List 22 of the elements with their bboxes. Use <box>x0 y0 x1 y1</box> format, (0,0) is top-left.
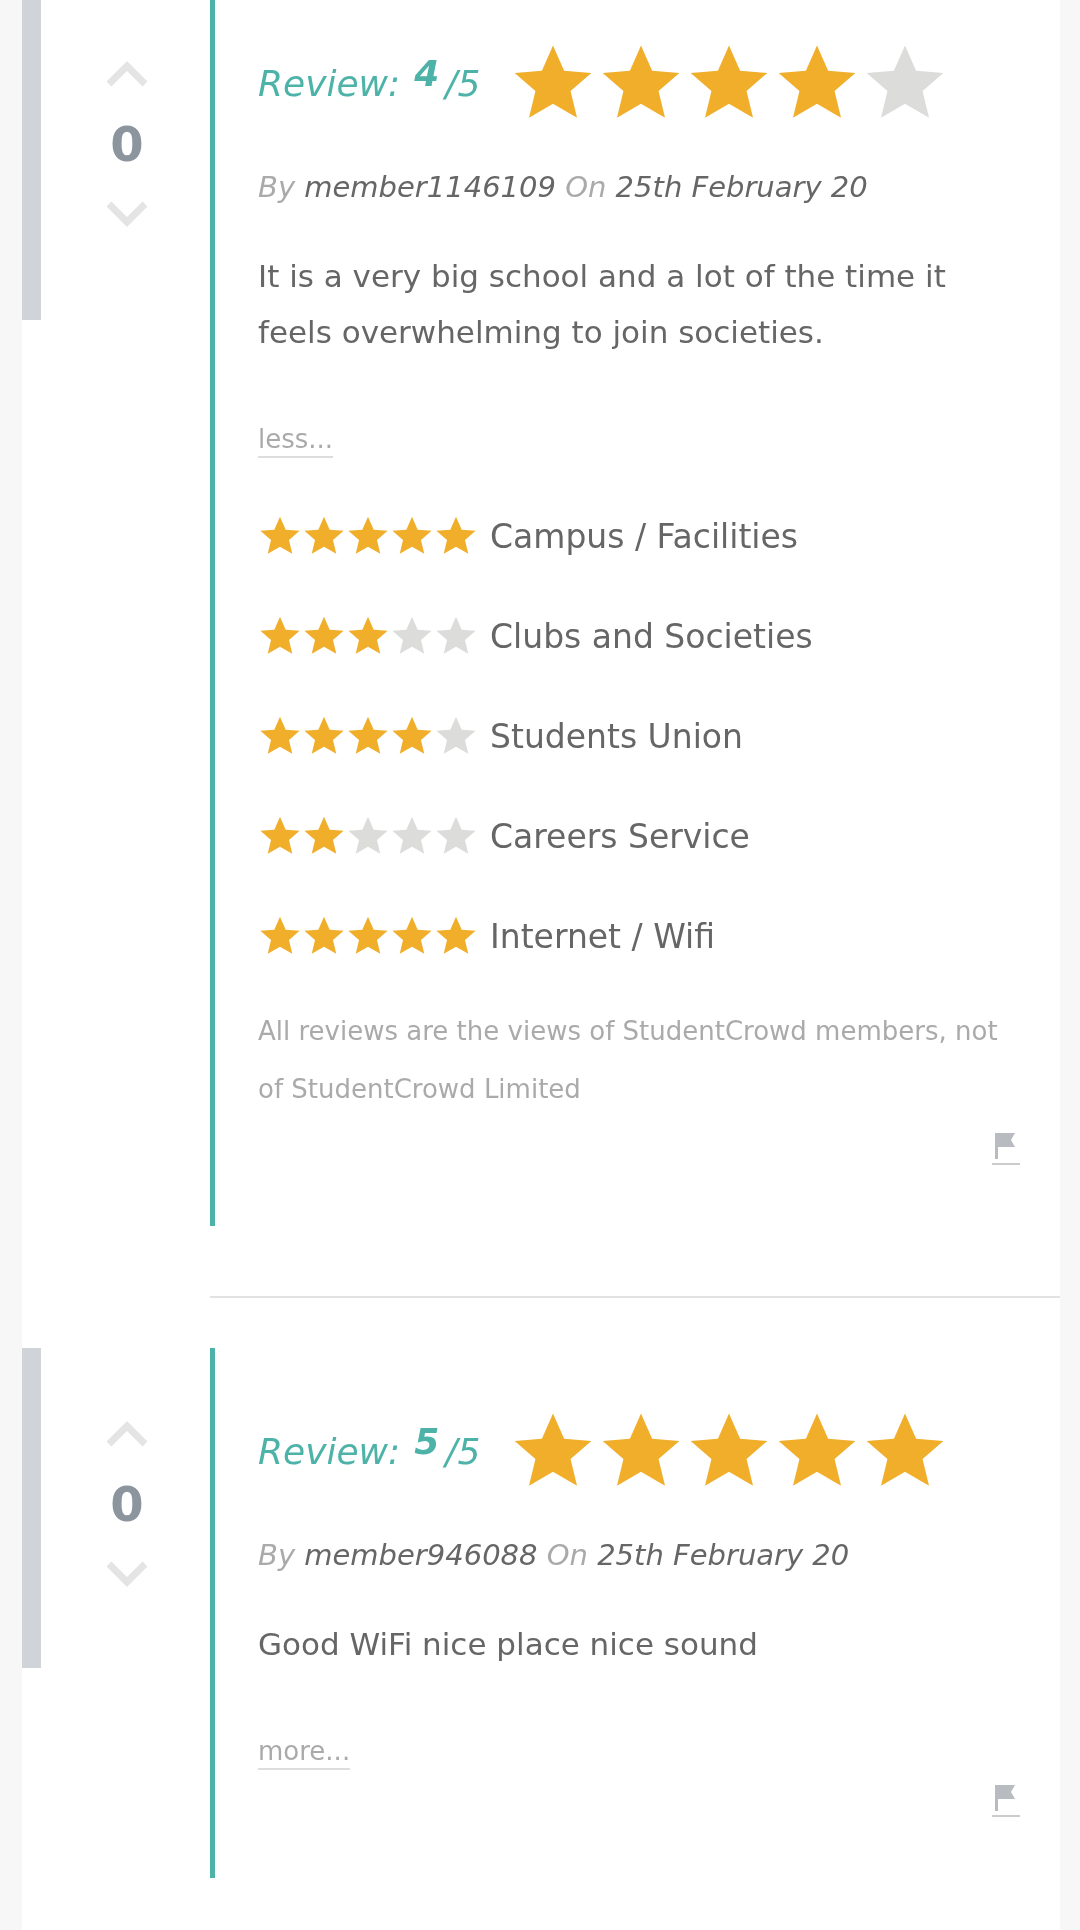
downvote-icon[interactable] <box>105 200 149 228</box>
upvote-icon[interactable] <box>105 1420 149 1448</box>
review-score: Review: 5 /5 <box>258 1430 481 1472</box>
flag-icon[interactable] <box>992 1782 1020 1818</box>
upvote-icon[interactable] <box>105 60 149 88</box>
review-byline: By member946088 On 25th February 20 <box>258 1538 851 1572</box>
category-label: Campus / Facilities <box>490 516 798 556</box>
review-text: It is a very big school and a lot of the time it feels overwhelming to join societies. <box>258 257 947 352</box>
review-text: Good WiFi nice place nice sound <box>258 1625 759 1664</box>
more-link[interactable]: more... <box>258 1736 351 1770</box>
vote-count: 0 <box>110 120 144 168</box>
vote-count: 0 <box>110 1480 144 1528</box>
review-byline: By member1146109 On 25th February 20 <box>258 170 869 204</box>
category-label: Students Union <box>490 716 743 756</box>
review-score: Review: 4 /5 <box>258 62 481 104</box>
category-label: Careers Service <box>490 816 750 856</box>
flag-icon[interactable] <box>992 1130 1020 1166</box>
downvote-icon[interactable] <box>105 1560 149 1588</box>
less-link[interactable]: less... <box>258 424 334 458</box>
category-label: Clubs and Societies <box>490 616 813 656</box>
category-label: Internet / Wifi <box>490 916 715 956</box>
disclaimer-text: All reviews are the views of StudentCrowd members, not of StudentCrowd Limited <box>258 1015 999 1106</box>
